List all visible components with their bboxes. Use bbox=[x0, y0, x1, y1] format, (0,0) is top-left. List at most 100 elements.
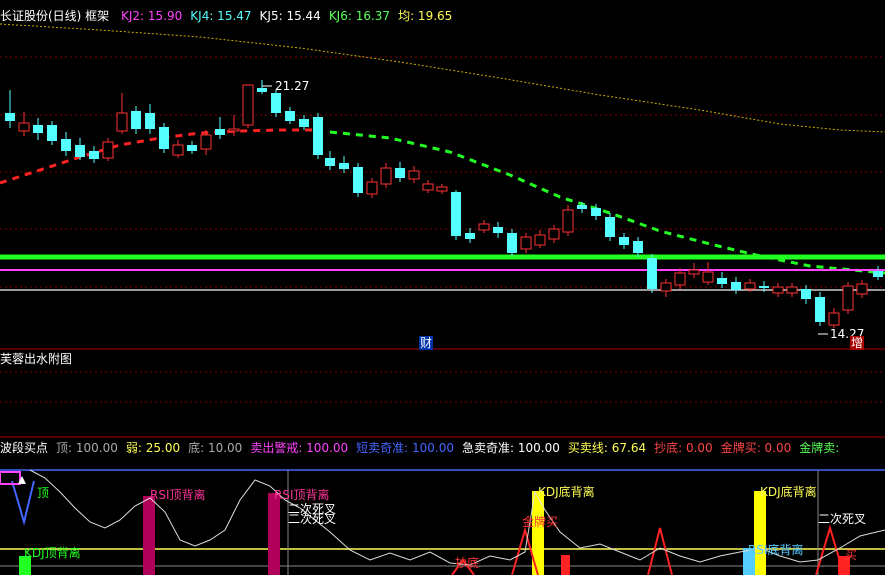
signal-label-bottom-fish: 抄底 bbox=[455, 556, 480, 570]
candle-body-54[interactable] bbox=[759, 286, 769, 288]
candle-body-32[interactable] bbox=[451, 192, 461, 236]
candle-body-21[interactable] bbox=[299, 119, 309, 127]
header-indicator-2: KJ5: 15.44 bbox=[259, 9, 321, 23]
chart-header: 长证股份(日线) 框架 KJ2: 15.90 KJ4: 15.47 KJ5: 15.… bbox=[0, 8, 468, 24]
candle-body-14[interactable] bbox=[200, 134, 212, 150]
signal-label-death-cross-2: 二次死叉 bbox=[288, 512, 337, 526]
candle-body-16[interactable] bbox=[228, 128, 240, 132]
candle-body-46[interactable] bbox=[647, 258, 657, 289]
candle-body-57[interactable] bbox=[801, 289, 811, 299]
candle-body-62[interactable] bbox=[873, 271, 883, 277]
candle-body-7[interactable] bbox=[102, 141, 114, 159]
candle-body-33[interactable] bbox=[465, 233, 475, 239]
candlesticks bbox=[5, 80, 883, 328]
candle-body-42[interactable] bbox=[591, 208, 601, 216]
sub2-indicator-10: 金牌卖: bbox=[799, 441, 840, 455]
signal-label-kdj-bottom-2: KDJ底背离 bbox=[760, 485, 817, 499]
signal-top-triangle bbox=[11, 480, 35, 526]
candle-body-36[interactable] bbox=[507, 233, 517, 253]
signal-bar-yellow-2 bbox=[754, 491, 766, 575]
candle-body-13[interactable] bbox=[187, 145, 197, 151]
candle-body-29[interactable] bbox=[408, 170, 420, 180]
candle-body-11[interactable] bbox=[159, 127, 169, 149]
candle-body-60[interactable] bbox=[842, 285, 854, 311]
candle-body-55[interactable] bbox=[772, 286, 784, 294]
signal-label-gold-buy: 金牌买 bbox=[522, 515, 559, 529]
candle-body-17[interactable] bbox=[242, 84, 254, 126]
signal-bar-magenta-2 bbox=[268, 493, 280, 575]
candle-body-43[interactable] bbox=[605, 217, 615, 237]
candle-body-10[interactable] bbox=[145, 113, 155, 129]
candle-body-28[interactable] bbox=[395, 168, 405, 178]
header-indicator-4: 均: 19.65 bbox=[398, 9, 453, 23]
candle-body-3[interactable] bbox=[47, 125, 57, 141]
signal-label-kdj-top: KDJ顶背离 bbox=[24, 546, 81, 560]
candle-body-0[interactable] bbox=[5, 113, 15, 121]
candle-body-15[interactable] bbox=[215, 129, 225, 135]
sub2-indicator-0: 波段买点 bbox=[0, 441, 49, 455]
candle-body-27[interactable] bbox=[380, 167, 392, 185]
candle-body-39[interactable] bbox=[548, 228, 560, 240]
candle-body-58[interactable] bbox=[815, 297, 825, 322]
candle-body-20[interactable] bbox=[285, 111, 295, 121]
signal-label-buy: 买 bbox=[845, 548, 858, 562]
candle-body-50[interactable] bbox=[702, 271, 714, 283]
candle-body-26[interactable] bbox=[366, 181, 378, 195]
candle-body-24[interactable] bbox=[339, 163, 349, 169]
candle-body-23[interactable] bbox=[325, 158, 335, 166]
candle-body-9[interactable] bbox=[131, 111, 141, 129]
candle-body-12[interactable] bbox=[172, 144, 184, 156]
candle-body-25[interactable] bbox=[353, 167, 363, 193]
candle-body-47[interactable] bbox=[660, 282, 672, 292]
sub2-indicator-9: 金牌买: 0.00 bbox=[720, 441, 792, 455]
candle-body-44[interactable] bbox=[619, 237, 629, 245]
candle-body-31[interactable] bbox=[436, 186, 448, 192]
signal-bar-magenta-1 bbox=[143, 496, 155, 575]
signal-label-rsi-top-1: RSI顶背离 bbox=[150, 488, 206, 502]
candle-body-49[interactable] bbox=[688, 269, 700, 275]
candle-body-22[interactable] bbox=[313, 117, 323, 155]
candle-body-34[interactable] bbox=[478, 223, 490, 231]
sub2-indicator-2: 弱: 25.00 bbox=[125, 441, 181, 455]
candle-body-1[interactable] bbox=[18, 122, 30, 132]
candle-body-2[interactable] bbox=[33, 125, 43, 133]
candle-body-5[interactable] bbox=[75, 145, 85, 157]
candle-body-45[interactable] bbox=[633, 241, 643, 253]
header-indicator-3: KJ6: 16.37 bbox=[328, 9, 391, 23]
candle-body-53[interactable] bbox=[744, 282, 756, 290]
increase-marker[interactable]: 增 bbox=[850, 336, 865, 350]
candle-body-38[interactable] bbox=[534, 234, 546, 246]
finance-marker[interactable]: 财 bbox=[419, 336, 434, 350]
candle-body-8[interactable] bbox=[116, 112, 128, 132]
candle-body-51[interactable] bbox=[717, 278, 727, 284]
candle-body-52[interactable] bbox=[731, 282, 741, 290]
candle-body-56[interactable] bbox=[786, 286, 798, 294]
sub-panel-1-title: 芙蓉出水附图 bbox=[0, 352, 73, 366]
candle-body-30[interactable] bbox=[422, 183, 434, 191]
grid-lines bbox=[0, 56, 885, 403]
candle-body-48[interactable] bbox=[674, 272, 686, 286]
candle-body-35[interactable] bbox=[493, 227, 503, 233]
sub2-indicator-4: 卖出警戒: 100.00 bbox=[250, 441, 349, 455]
sub2-indicator-8: 抄底: 0.00 bbox=[654, 441, 713, 455]
candle-body-61[interactable] bbox=[856, 283, 868, 295]
candle-body-41[interactable] bbox=[577, 205, 587, 209]
signal-label-rsi-top-2: RSI顶背离 bbox=[274, 488, 330, 502]
signal-label-death-cross-3: 二次死叉 bbox=[818, 512, 867, 526]
candle-body-4[interactable] bbox=[61, 139, 71, 151]
ma-green-dashed bbox=[329, 130, 885, 275]
candle-body-19[interactable] bbox=[271, 93, 281, 113]
header-indicator-0: KJ2: 15.90 bbox=[121, 9, 183, 23]
signal-bar-red-1 bbox=[561, 555, 570, 575]
kline-chart[interactable] bbox=[0, 0, 885, 575]
sub2-indicator-1: 顶: 100.00 bbox=[56, 441, 118, 455]
sub-panel-2-header: 波段买点 顶: 100.00 弱: 25.00 底: 10.00 卖出警戒: 100.0… bbox=[0, 440, 855, 456]
candle-body-40[interactable] bbox=[562, 209, 574, 233]
header-indicator-1: KJ4: 15.47 bbox=[190, 9, 252, 23]
signal-label-kdj-bottom-1: KDJ底背离 bbox=[538, 485, 595, 499]
candle-body-18[interactable] bbox=[257, 88, 267, 92]
high-price-label: 21.27 bbox=[275, 79, 310, 93]
candle-body-59[interactable] bbox=[828, 312, 840, 326]
candle-body-6[interactable] bbox=[89, 151, 99, 159]
candle-body-37[interactable] bbox=[520, 236, 532, 250]
